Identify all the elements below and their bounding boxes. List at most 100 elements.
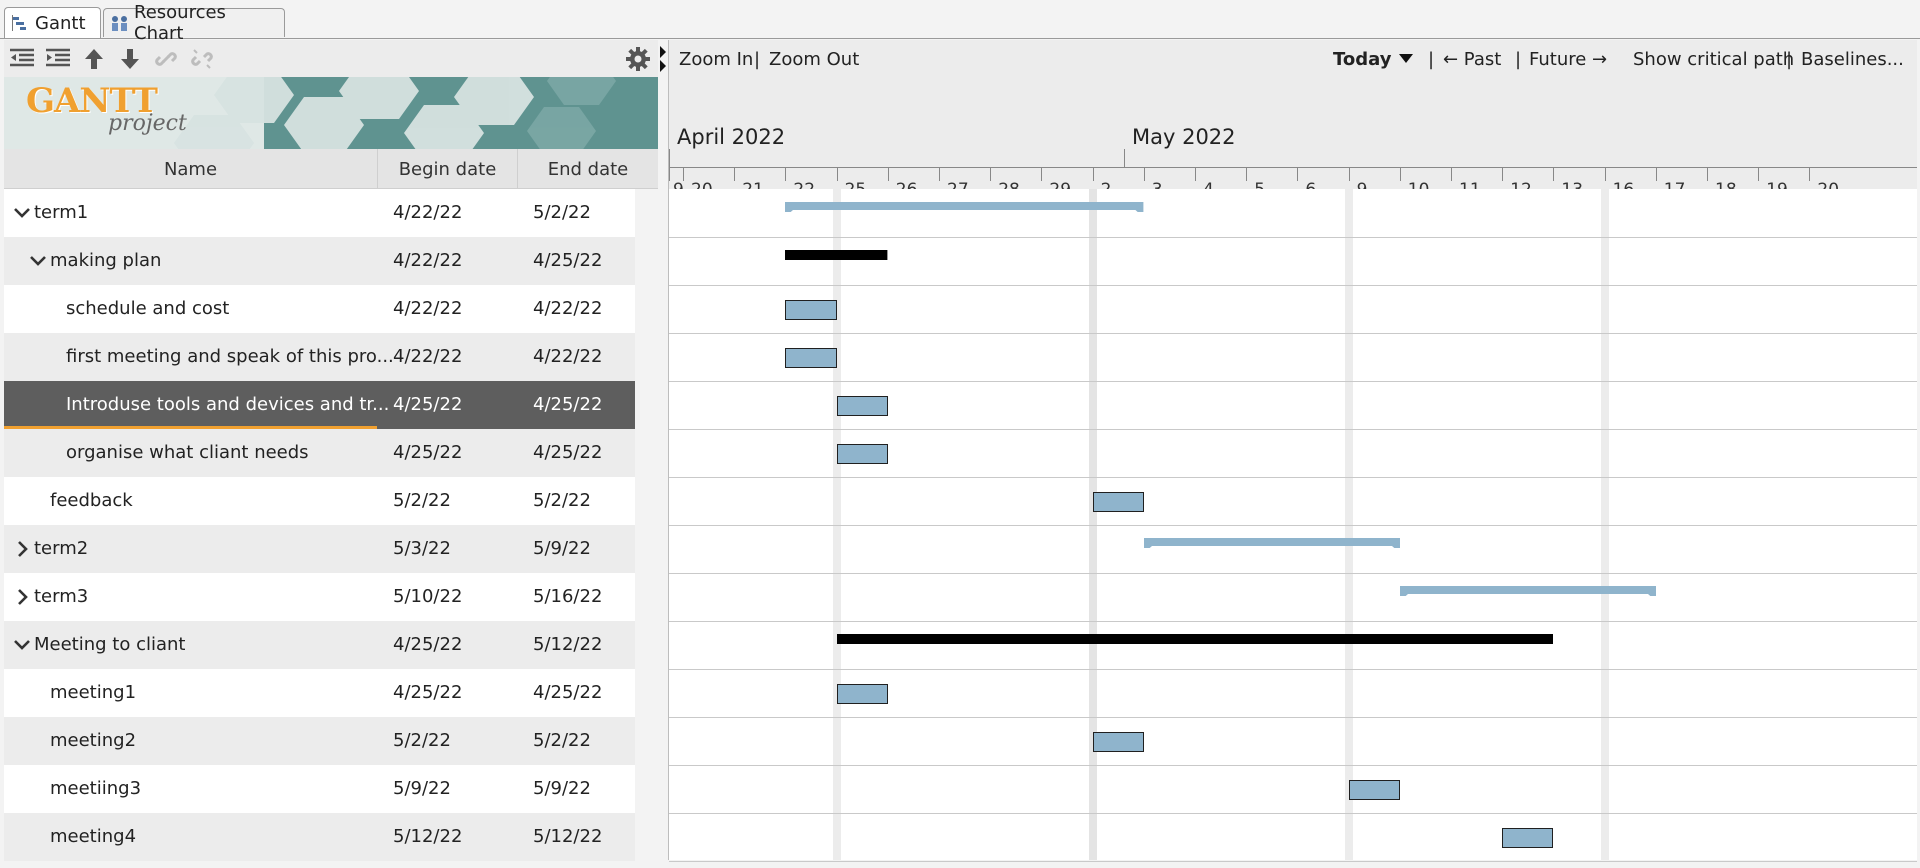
column-end-header[interactable]: End date [518,149,658,188]
logo-subtext: project [108,111,187,136]
tab-gantt[interactable]: Gantt [4,7,101,38]
chevron-right-icon[interactable] [12,587,32,607]
task-end-date: 5/2/22 [533,202,591,223]
toolbar-separator: | [1515,49,1522,70]
row-line [669,573,1917,574]
task-row[interactable]: schedule and cost 4/22/22 4/22/22 [4,285,635,333]
task-end-date: 4/25/22 [533,250,603,271]
row-line [669,861,1917,862]
day-tick [1655,167,1657,181]
link-button[interactable] [152,45,180,73]
task-row[interactable]: making plan 4/22/22 4/25/22 [4,237,635,285]
past-button[interactable]: ← Past [1443,49,1501,70]
chevron-down-icon[interactable] [28,251,48,271]
task-row[interactable]: meeting1 4/25/22 4/25/22 [4,669,635,717]
task-row[interactable]: term2 5/3/22 5/9/22 [4,525,635,573]
task-end-date: 5/2/22 [533,730,591,751]
task-begin-date: 4/22/22 [393,298,463,319]
chevron-right-icon[interactable] [12,539,32,559]
task-begin-date: 5/3/22 [393,538,451,559]
day-tick [1143,167,1145,181]
panel-splitter[interactable] [658,40,668,860]
task-bar[interactable] [836,396,888,416]
show-critical-path-button[interactable]: Show critical path [1633,49,1794,70]
future-button[interactable]: Future → [1529,49,1607,70]
task-row[interactable]: first meeting and speak of this pro... 4/… [4,333,635,381]
column-begin-header[interactable]: Begin date [378,149,518,188]
task-bar[interactable] [1092,732,1144,752]
task-row[interactable]: meeting2 5/2/22 5/2/22 [4,717,635,765]
chevron-down-icon[interactable] [1399,54,1413,63]
indent-button[interactable] [44,45,72,73]
task-row[interactable]: Introduse tools and devices and tr... 4/2… [4,381,635,429]
task-bar[interactable] [836,684,888,704]
task-row[interactable]: meetiing3 5/9/22 5/9/22 [4,765,635,813]
task-bar[interactable] [785,300,837,320]
toolbar-separator: | [1786,49,1793,70]
task-tree-panel: GANTT project Name Begin date End date t… [4,40,662,861]
task-name: Meeting to cliant [34,634,186,655]
task-row[interactable]: term3 5/10/22 5/16/22 [4,573,635,621]
zoom-in-button[interactable]: Zoom In [679,49,753,70]
task-bar[interactable] [1092,492,1144,512]
indent-icon [46,48,70,67]
task-bar[interactable] [1502,828,1554,848]
task-name: meeting4 [50,826,137,847]
task-end-date: 5/9/22 [533,538,591,559]
day-tick [1553,167,1555,181]
task-end-date: 5/12/22 [533,634,603,655]
chevron-down-icon[interactable] [12,203,32,223]
column-name-header[interactable]: Name [4,149,378,188]
row-line [669,621,1917,622]
collapsed-summary-bar[interactable] [1143,538,1400,548]
today-button[interactable]: Today [1333,49,1391,70]
task-end-date: 5/9/22 [533,778,591,799]
day-tick [1809,167,1811,181]
tab-bar: Gantt Resources Chart [0,0,1920,44]
task-begin-date: 4/22/22 [393,346,463,367]
task-toolbar [4,40,658,77]
task-row[interactable]: Meeting to cliant 4/25/22 5/12/22 [4,621,635,669]
task-bar[interactable] [785,348,837,368]
toolbar-separator: | [1428,49,1435,70]
day-tick [990,167,992,181]
chart-grid[interactable] [669,189,1917,862]
row-line [669,285,1917,286]
task-name: feedback [50,490,133,511]
task-row[interactable]: meeting4 5/12/22 5/12/22 [4,813,635,861]
task-begin-date: 5/2/22 [393,490,451,511]
zoom-out-button[interactable]: Zoom Out [769,49,859,70]
task-bar[interactable] [836,444,888,464]
chart-toolbar: Zoom In | Zoom Out Today | ← Past | Futu… [669,40,1917,77]
outdent-button[interactable] [8,45,36,73]
day-tick [1451,167,1452,181]
summary-bar[interactable] [836,634,1554,644]
unlink-button[interactable] [188,45,216,73]
row-line [669,477,1917,478]
splitter-arrows-icon [660,46,666,72]
task-row[interactable]: feedback 5/2/22 5/2/22 [4,477,635,525]
task-row[interactable]: organise what cliant needs 4/25/22 4/25/22 [4,429,635,477]
task-bar[interactable] [1348,780,1400,800]
task-name: Introduse tools and devices and tr... [66,394,390,415]
collapsed-summary-bar[interactable] [785,202,1144,212]
move-down-button[interactable] [116,45,144,73]
day-tick [734,167,736,181]
task-name: term3 [34,586,89,607]
collapsed-summary-bar[interactable] [1399,586,1656,596]
day-tick [785,167,787,181]
tab-resources-chart[interactable]: Resources Chart [103,2,285,44]
task-table: term1 4/22/22 5/2/22 making plan 4/22/22 4/25… [4,189,635,861]
summary-bar[interactable] [785,250,888,260]
day-tick [1041,167,1043,181]
chevron-down-icon[interactable] [12,635,32,655]
task-row[interactable]: term1 4/22/22 5/2/22 [4,189,635,237]
day-tick [1758,167,1760,181]
gantt-chart-panel: Zoom In | Zoom Out Today | ← Past | Futu… [668,40,1917,862]
task-end-date: 4/22/22 [533,298,603,319]
task-end-date: 4/25/22 [533,394,603,415]
baselines-button[interactable]: Baselines... [1801,49,1904,70]
settings-button[interactable] [624,45,652,73]
move-up-button[interactable] [80,45,108,73]
day-tick [1399,167,1401,181]
